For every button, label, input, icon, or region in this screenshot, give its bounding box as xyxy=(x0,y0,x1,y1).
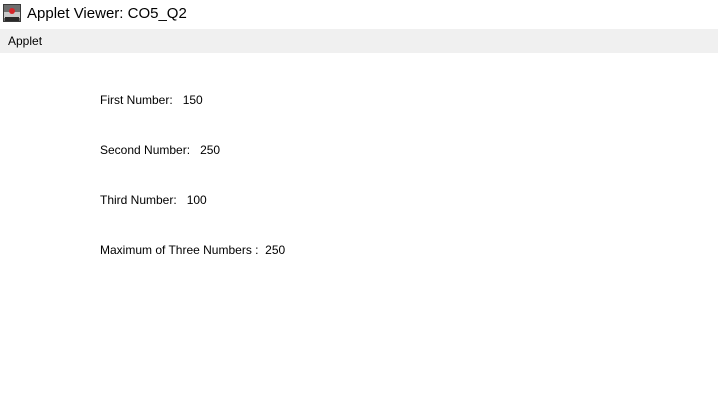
first-number-line: First Number: 150 xyxy=(100,93,203,107)
menu-bar: Applet xyxy=(0,29,718,53)
menu-applet[interactable]: Applet xyxy=(3,29,47,53)
first-number-value: 150 xyxy=(182,93,203,107)
applet-viewer-window: Applet Viewer: CO5_Q2 Applet First Numbe… xyxy=(0,0,718,404)
maximum-label: Maximum of Three Numbers : xyxy=(100,243,259,257)
second-number-value: 250 xyxy=(200,143,221,157)
third-number-label: Third Number: xyxy=(100,193,177,207)
title-bar: Applet Viewer: CO5_Q2 xyxy=(0,0,718,29)
second-number-label: Second Number: xyxy=(100,143,191,157)
maximum-line: Maximum of Three Numbers : 250 xyxy=(100,243,285,257)
java-applet-icon xyxy=(3,4,21,22)
second-number-line: Second Number: 250 xyxy=(100,143,220,157)
applet-canvas: First Number: 150 Second Number: 250 Thi… xyxy=(0,53,718,404)
window-title: Applet Viewer: CO5_Q2 xyxy=(27,5,187,22)
maximum-value: 250 xyxy=(265,243,286,257)
third-number-value: 100 xyxy=(186,193,207,207)
third-number-line: Third Number: 100 xyxy=(100,193,207,207)
first-number-label: First Number: xyxy=(100,93,173,107)
